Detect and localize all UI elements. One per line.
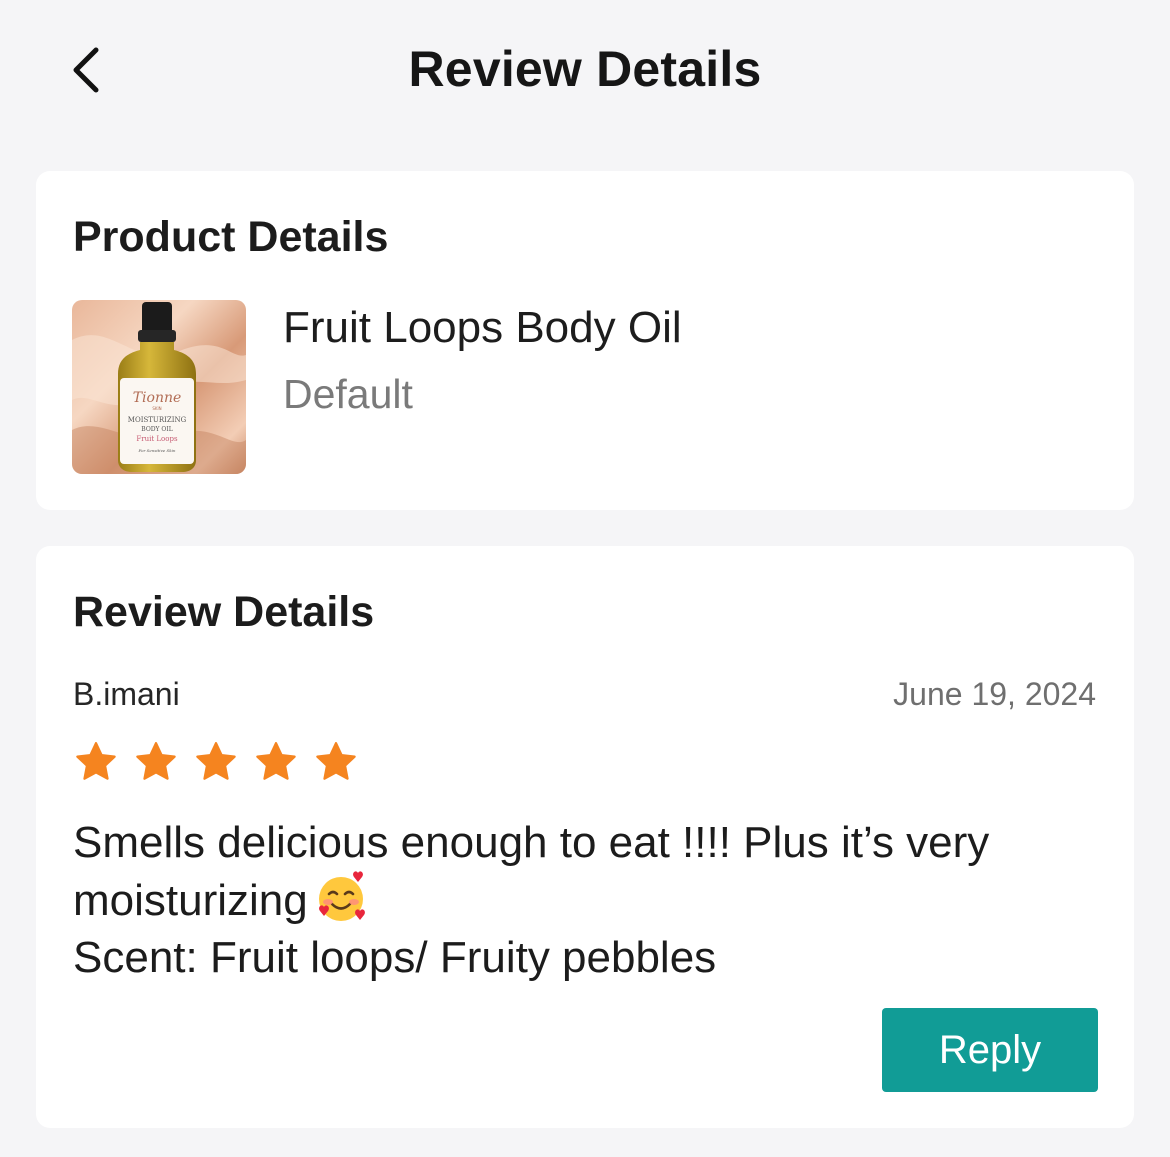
- page-title: Review Details: [408, 41, 762, 97]
- star-icon: [136, 742, 176, 780]
- label-line2: BODY OIL: [141, 426, 172, 433]
- review-text: Smells delicious enough to eat !!!! Plus…: [73, 814, 1093, 986]
- star-rating: [73, 739, 359, 785]
- review-date: June 19, 2024: [893, 676, 1096, 712]
- star-icon: [76, 742, 116, 780]
- review-text-fragment: moisturizing: [73, 876, 308, 925]
- star-icon: [196, 742, 236, 780]
- top-bar: Review Details: [0, 0, 1170, 140]
- star-icon: [256, 742, 296, 780]
- product-thumbnail[interactable]: Tionne SKIN MOISTURIZING BODY OIL Fruit …: [72, 300, 246, 474]
- smiling-face-with-hearts-icon: [318, 871, 365, 921]
- product-variant: Default: [283, 371, 413, 417]
- product-name[interactable]: Fruit Loops Body Oil: [283, 303, 682, 353]
- reviewer-name: B.imani: [73, 676, 180, 712]
- review-text-line: Scent: Fruit loops/ Fruity pebbles: [73, 933, 717, 982]
- star-icon: [316, 742, 356, 780]
- review-details-heading: Review Details: [73, 588, 375, 636]
- label-line4: For Sensitive Skin: [138, 448, 176, 453]
- product-details-card: Product Details Tionne SKIN MOISTURIZING…: [36, 171, 1134, 510]
- label-line3: Fruit Loops: [136, 435, 178, 443]
- review-text-line: Smells delicious enough to eat !!!! Plus…: [73, 818, 990, 867]
- label-brand-sub: SKIN: [152, 406, 161, 411]
- reply-button[interactable]: Reply: [882, 1008, 1098, 1092]
- review-text-line: moisturizing: [73, 871, 1093, 929]
- label-line1: MOISTURIZING: [128, 416, 187, 424]
- product-image: Tionne SKIN MOISTURIZING BODY OIL Fruit …: [72, 300, 246, 474]
- label-brand: Tionne: [133, 390, 182, 406]
- product-details-heading: Product Details: [73, 213, 389, 261]
- review-details-card: Review Details B.imani June 19, 2024 Sme…: [36, 546, 1134, 1128]
